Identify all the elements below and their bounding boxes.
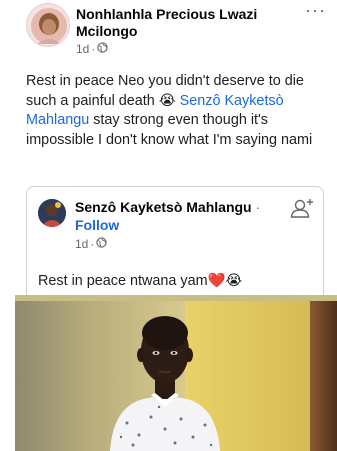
post-time[interactable]: 1d <box>76 42 89 56</box>
shared-text-body: Rest in peace ntwana yam <box>38 273 208 289</box>
shared-time[interactable]: 1d <box>75 237 88 251</box>
add-friend-icon[interactable] <box>289 197 315 219</box>
shared-author-avatar[interactable] <box>38 199 66 227</box>
shared-author-name[interactable]: Senzô Kayketsò Mahlangu · <box>75 199 260 216</box>
post-author-name[interactable]: Nonhlanhla Precious Lwazi Mcilongo <box>76 6 298 40</box>
shared-post-text: Rest in peace ntwana yam❤️😭 <box>38 271 242 291</box>
post-text: Rest in peace Neo you didn't deserve to … <box>26 72 322 150</box>
globe-icon <box>96 237 108 251</box>
crying-emoji: 😭 <box>158 92 176 109</box>
crying-emoji: 😭 <box>225 273 243 289</box>
globe-icon <box>97 42 109 56</box>
shared-meta: 1d · <box>75 237 108 251</box>
post-header: Nonhlanhla Precious Lwazi Mcilongo 1d · … <box>20 1 330 61</box>
more-horizontal-icon[interactable]: ··· <box>305 1 326 19</box>
post-meta: 1d · <box>76 42 109 56</box>
meta-separator: · <box>91 42 96 56</box>
post-photo[interactable] <box>15 295 337 451</box>
meta-separator: · <box>90 237 95 251</box>
heart-emoji: ❤️ <box>207 273 226 289</box>
author-avatar[interactable] <box>26 3 70 47</box>
follow-button[interactable]: Follow <box>75 217 119 234</box>
shared-separator: · <box>255 199 261 215</box>
